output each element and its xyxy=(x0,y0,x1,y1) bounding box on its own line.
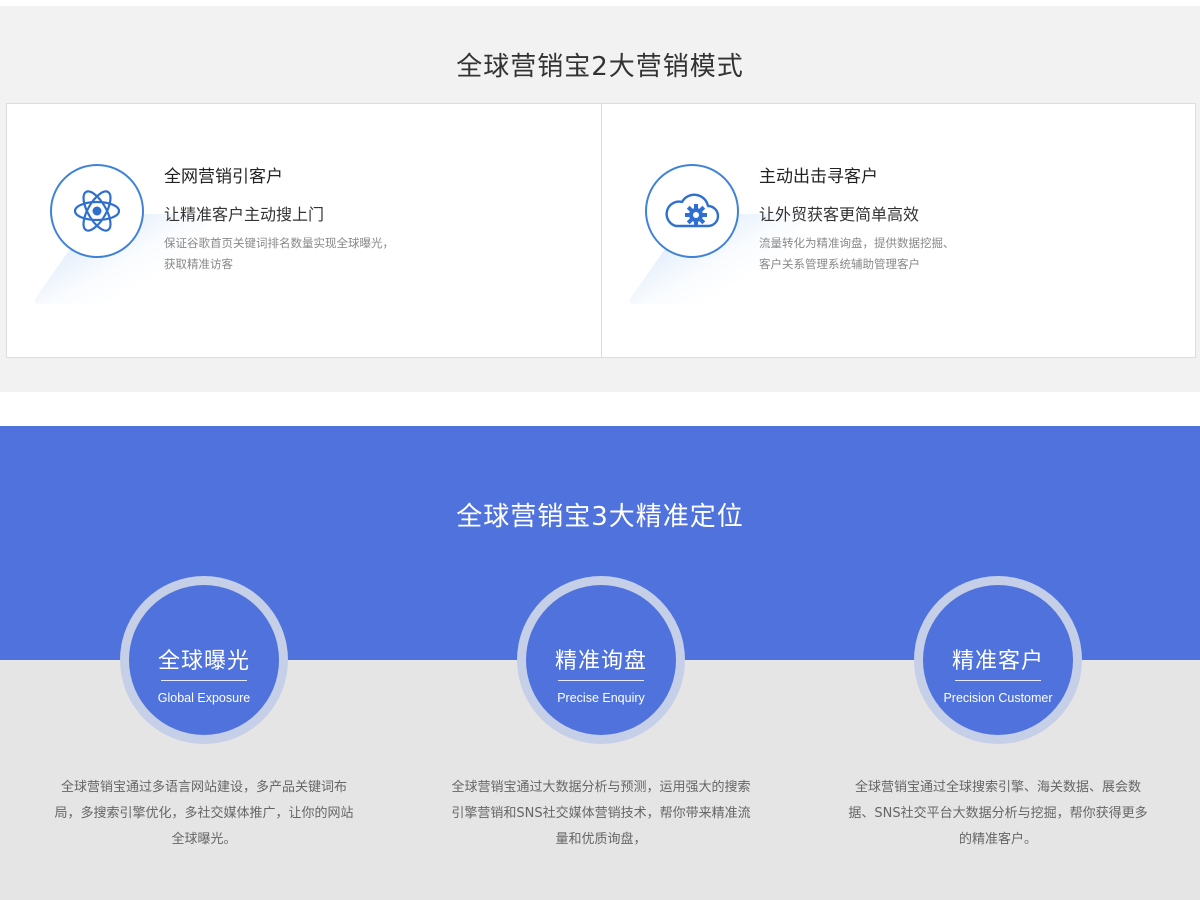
badge-title: 精准询盘 xyxy=(554,649,647,674)
mode-title: 全网营销引客户 xyxy=(164,167,283,187)
mode-text: 全网营销引客户 让精准客户主动搜上门 保证谷歌首页关键词排名数量实现全球曝光， … xyxy=(164,162,414,275)
mode-description: 流量转化为精准询盘，提供数据挖掘、 客户关系管理系统辅助管理客户 xyxy=(759,233,1009,275)
positioning-item-global-exposure[interactable]: 全球曝光 Global Exposure 全球营销宝通过多语言网站建设，多产品关… xyxy=(14,576,394,876)
mode-title: 主动出击寻客户 xyxy=(759,167,878,187)
mode-subtitle: 让精准客户主动搜上门 xyxy=(164,205,325,224)
badge-subtitle: Precise Enquiry xyxy=(557,691,645,705)
desc-line: 局，多搜索引擎优化，多社交媒体推广，让你的网站 xyxy=(54,806,354,821)
desc-line: 量和优质询盘， xyxy=(555,832,647,847)
badge-underline xyxy=(161,680,247,681)
positioning-item-precision-customer[interactable]: 精准客户 Precision Customer 全球营销宝通过全球搜索引擎、海关… xyxy=(808,576,1188,876)
positioning-description: 全球营销宝通过全球搜索引擎、海关数据、展会数 据、SNS社交平台大数据分析与挖掘… xyxy=(838,775,1158,853)
section-title: 全球营销宝3大精准定位 xyxy=(456,502,744,532)
positioning-item-precise-enquiry[interactable]: 精准询盘 Precise Enquiry 全球营销宝通过大数据分析与预测，运用强… xyxy=(411,576,791,876)
desc-line: 全球营销宝通过多语言网站建设，多产品关键词布 xyxy=(60,780,347,795)
mode-desc-line: 保证谷歌首页关键词排名数量实现全球曝光， xyxy=(164,236,394,250)
circle-badge: 精准客户 Precision Customer xyxy=(923,585,1073,735)
positioning-description: 全球营销宝通过大数据分析与预测，运用强大的搜索 引擎营销和SNS社交媒体营销技术… xyxy=(441,775,761,853)
cloud-gear-icon xyxy=(645,164,739,258)
badge-underline xyxy=(955,680,1041,681)
mode-desc-line: 获取精准访客 xyxy=(164,257,233,271)
mode-desc-line: 客户关系管理系统辅助管理客户 xyxy=(759,257,920,271)
desc-line: 全球营销宝通过大数据分析与预测，运用强大的搜索 xyxy=(451,780,751,795)
desc-line: 的精准客户。 xyxy=(958,832,1037,847)
badge-subtitle: Precision Customer xyxy=(943,691,1053,705)
desc-line: 据、SNS社交平台大数据分析与挖掘，帮你获得更多 xyxy=(848,806,1148,821)
mode-desc-line: 流量转化为精准询盘，提供数据挖掘、 xyxy=(759,236,955,250)
desc-line: 全球曝光。 xyxy=(171,832,237,847)
atom-icon xyxy=(50,164,144,258)
badge-title: 精准客户 xyxy=(951,649,1044,674)
badge-subtitle: Global Exposure xyxy=(157,691,251,705)
badge-underline xyxy=(558,680,644,681)
section-title: 全球营销宝2大营销模式 xyxy=(456,52,744,82)
marketing-modes-section: 全球营销宝2大营销模式 全网营销引客户 让精准客户主动搜上门 保证谷歌首页关键词… xyxy=(0,6,1200,392)
mode-text: 主动出击寻客户 让外贸获客更简单高效 流量转化为精准询盘，提供数据挖掘、 客户关… xyxy=(759,162,1009,275)
mode-card-active-outreach[interactable]: 主动出击寻客户 让外贸获客更简单高效 流量转化为精准询盘，提供数据挖掘、 客户关… xyxy=(602,104,1196,357)
desc-line: 引擎营销和SNS社交媒体营销技术，帮你带来精准流 xyxy=(451,806,751,821)
circle-badge: 全球曝光 Global Exposure xyxy=(129,585,279,735)
badge-title: 全球曝光 xyxy=(157,649,250,674)
desc-line: 全球营销宝通过全球搜索引擎、海关数据、展会数 xyxy=(854,780,1141,795)
mode-card-network-marketing[interactable]: 全网营销引客户 让精准客户主动搜上门 保证谷歌首页关键词排名数量实现全球曝光， … xyxy=(7,104,601,357)
modes-panel: 全网营销引客户 让精准客户主动搜上门 保证谷歌首页关键词排名数量实现全球曝光， … xyxy=(6,103,1196,358)
positioning-description: 全球营销宝通过多语言网站建设，多产品关键词布 局，多搜索引擎优化，多社交媒体推广… xyxy=(44,775,364,853)
mode-description: 保证谷歌首页关键词排名数量实现全球曝光， 获取精准访客 xyxy=(164,233,414,275)
mode-subtitle: 让外贸获客更简单高效 xyxy=(759,205,920,224)
circle-badge: 精准询盘 Precise Enquiry xyxy=(526,585,676,735)
